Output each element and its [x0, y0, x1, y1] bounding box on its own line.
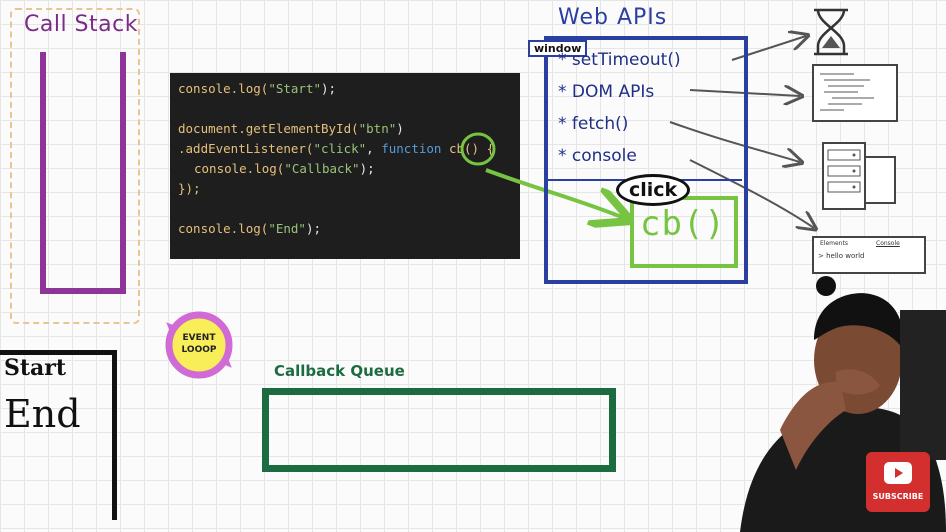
api-item-console: * console	[558, 146, 637, 166]
fetch-server-illustration-secondary	[864, 156, 896, 204]
callback-registered-label: cb()	[640, 204, 726, 244]
callback-queue-box	[262, 388, 616, 472]
fetch-server-illustration	[822, 142, 866, 210]
devtools-tab-console: Console	[876, 240, 900, 247]
event-loop-label: EVENT LOOOP	[162, 332, 236, 356]
youtube-play-icon	[884, 462, 912, 484]
dom-snippet-illustration	[812, 64, 898, 122]
server-rack-icon	[827, 149, 861, 193]
hourglass-icon	[814, 8, 848, 56]
event-loop-label-line1: EVENT	[182, 333, 216, 343]
devtools-tab-elements: Elements	[820, 240, 848, 247]
click-event-bubble: click	[616, 174, 691, 206]
output-line-end: End	[4, 392, 81, 436]
event-loop-label-line2: LOOOP	[181, 345, 217, 355]
devtools-console-illustration: Elements Console > hello world	[812, 236, 926, 274]
callback-queue-title: Callback Queue	[274, 362, 405, 380]
web-apis-title: Web APIs	[558, 5, 668, 30]
api-item-fetch: * fetch()	[558, 114, 629, 134]
devtools-output-line: > hello world	[818, 252, 865, 260]
subscribe-button[interactable]	[866, 452, 930, 512]
subscribe-label[interactable]: SUBSCRIBE	[866, 492, 930, 501]
api-item-settimeout: * setTimeout()	[558, 50, 681, 70]
api-item-dom-apis: * DOM APIs	[558, 82, 655, 102]
output-line-start: Start	[4, 355, 67, 381]
dom-code-scribble-icon	[820, 73, 874, 111]
